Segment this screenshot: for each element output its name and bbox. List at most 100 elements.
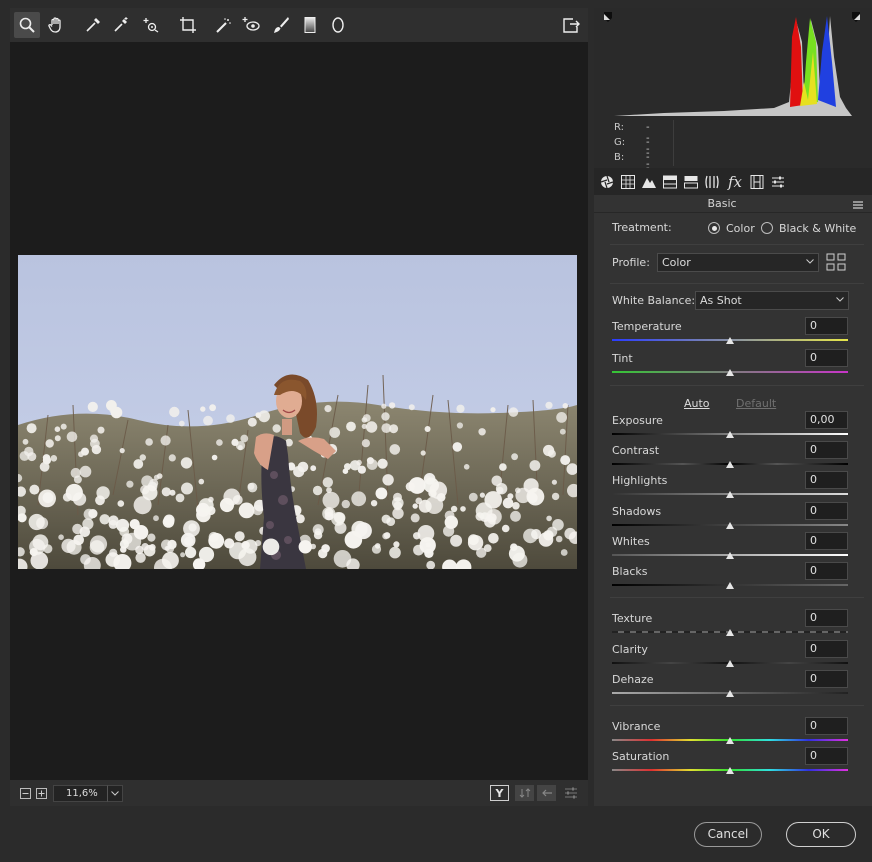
panel-menu-button[interactable] bbox=[853, 199, 863, 212]
exposure-label: Exposure bbox=[612, 414, 663, 427]
blacks-value-input[interactable]: 0 bbox=[805, 562, 848, 580]
histogram: R:--- G:--- B:--- bbox=[594, 8, 872, 185]
tool-bar bbox=[10, 8, 588, 42]
vibrance-label: Vibrance bbox=[612, 720, 661, 733]
treatment-bw-radio[interactable] bbox=[761, 222, 773, 234]
crop-icon bbox=[180, 17, 196, 33]
exposure-value-input[interactable]: 0,00 bbox=[805, 411, 848, 429]
temperature-slider-thumb[interactable] bbox=[726, 337, 734, 344]
clarity-value-input[interactable]: 0 bbox=[805, 640, 848, 658]
radial-filter-tool[interactable] bbox=[325, 12, 351, 38]
lens-icon bbox=[705, 175, 719, 188]
minus-icon bbox=[22, 793, 29, 794]
tab-split-toning[interactable] bbox=[681, 172, 701, 191]
crop-tool[interactable] bbox=[175, 12, 201, 38]
shadows-slider-thumb[interactable] bbox=[726, 522, 734, 529]
highlights-value-input[interactable]: 0 bbox=[805, 471, 848, 489]
white-balance-label: White Balance: bbox=[612, 294, 696, 307]
dehaze-value-input[interactable]: 0 bbox=[805, 670, 848, 688]
menu-icon bbox=[853, 201, 863, 209]
color-sampler-icon bbox=[114, 17, 128, 32]
sliders-icon bbox=[564, 787, 577, 799]
tab-lens-corrections[interactable] bbox=[702, 172, 722, 191]
chevron-down-icon bbox=[111, 791, 119, 796]
plus-icon bbox=[38, 790, 45, 797]
targeted-adjustment-tool[interactable] bbox=[138, 12, 164, 38]
treatment-color-radio[interactable] bbox=[708, 222, 720, 234]
ok-button[interactable]: OK bbox=[786, 822, 856, 847]
tab-detail[interactable] bbox=[639, 172, 659, 191]
color-sampler-tool[interactable] bbox=[108, 12, 134, 38]
clarity-label: Clarity bbox=[612, 643, 648, 656]
whites-value-input[interactable]: 0 bbox=[805, 532, 848, 550]
vibrance-slider-thumb[interactable] bbox=[726, 737, 734, 744]
adjustments-panel: R:--- G:--- B:--- fx bbox=[594, 8, 872, 806]
radial-filter-icon bbox=[332, 17, 344, 33]
tab-basic[interactable] bbox=[597, 172, 617, 191]
zoom-out-button[interactable] bbox=[20, 788, 31, 799]
tab-presets[interactable] bbox=[768, 172, 788, 191]
default-button[interactable]: Default bbox=[736, 397, 776, 410]
zoom-in-button[interactable] bbox=[36, 788, 47, 799]
temperature-label: Temperature bbox=[612, 320, 682, 333]
treatment-bw-label[interactable]: Black & White bbox=[779, 222, 856, 235]
spot-removal-icon bbox=[216, 18, 231, 33]
texture-label: Texture bbox=[612, 612, 653, 625]
hand-icon bbox=[48, 17, 61, 33]
open-preferences-button[interactable] bbox=[558, 12, 584, 38]
white-balance-tool[interactable] bbox=[80, 12, 106, 38]
fx-icon: fx bbox=[727, 172, 742, 191]
shadows-value-input[interactable]: 0 bbox=[805, 502, 848, 520]
dehaze-slider-thumb[interactable] bbox=[726, 690, 734, 697]
toggle-settings-button[interactable] bbox=[561, 785, 580, 801]
graduated-filter-tool[interactable] bbox=[297, 12, 323, 38]
contrast-slider-thumb[interactable] bbox=[726, 461, 734, 468]
graduated-filter-icon bbox=[304, 17, 316, 33]
cancel-button[interactable]: Cancel bbox=[694, 822, 762, 847]
profile-browser-button[interactable] bbox=[826, 253, 846, 272]
white-balance-select[interactable]: As Shot bbox=[695, 291, 849, 310]
auto-button[interactable]: Auto bbox=[684, 397, 710, 410]
swap-before-after-button[interactable] bbox=[515, 785, 534, 801]
texture-value-input[interactable]: 0 bbox=[805, 609, 848, 627]
treatment-color-label[interactable]: Color bbox=[726, 222, 755, 235]
saturation-label: Saturation bbox=[612, 750, 670, 763]
hand-tool[interactable] bbox=[43, 12, 69, 38]
exposure-slider-thumb[interactable] bbox=[726, 431, 734, 438]
saturation-value-input[interactable]: 0 bbox=[805, 747, 848, 765]
blacks-slider-thumb[interactable] bbox=[726, 582, 734, 589]
panel-title: Basic bbox=[707, 197, 737, 210]
contrast-label: Contrast bbox=[612, 444, 660, 457]
clarity-slider-thumb[interactable] bbox=[726, 660, 734, 667]
tab-hsl[interactable] bbox=[660, 172, 680, 191]
grid-icon bbox=[826, 253, 846, 271]
arrow-left-icon bbox=[541, 789, 552, 797]
panel-tabs: fx bbox=[594, 168, 872, 195]
zoom-tool[interactable] bbox=[14, 12, 40, 38]
red-eye-tool[interactable] bbox=[238, 12, 264, 38]
profile-label: Profile: bbox=[612, 256, 650, 269]
targeted-adjustment-icon bbox=[143, 18, 159, 33]
temperature-value-input[interactable]: 0 bbox=[805, 317, 848, 335]
image-preview-area[interactable] bbox=[10, 42, 588, 780]
adjustment-brush-tool[interactable] bbox=[268, 12, 294, 38]
tab-calibration[interactable] bbox=[747, 172, 767, 191]
red-eye-icon bbox=[242, 17, 260, 31]
tab-effects[interactable]: fx bbox=[725, 172, 745, 191]
before-after-view-button[interactable]: Y bbox=[490, 785, 509, 801]
contrast-value-input[interactable]: 0 bbox=[805, 441, 848, 459]
tint-slider-thumb[interactable] bbox=[726, 369, 734, 376]
highlights-slider-thumb[interactable] bbox=[726, 491, 734, 498]
texture-slider-thumb[interactable] bbox=[726, 629, 734, 636]
copy-settings-button[interactable] bbox=[537, 785, 556, 801]
highlights-label: Highlights bbox=[612, 474, 668, 487]
profile-select[interactable]: Color bbox=[657, 253, 819, 272]
tint-value-input[interactable]: 0 bbox=[805, 349, 848, 367]
vibrance-value-input[interactable]: 0 bbox=[805, 717, 848, 735]
saturation-slider-thumb[interactable] bbox=[726, 767, 734, 774]
tab-tone-curve[interactable] bbox=[618, 172, 638, 191]
tone-curve-icon bbox=[621, 174, 635, 189]
zoom-dropdown-button[interactable] bbox=[107, 785, 123, 802]
spot-removal-tool[interactable] bbox=[211, 12, 237, 38]
whites-slider-thumb[interactable] bbox=[726, 552, 734, 559]
